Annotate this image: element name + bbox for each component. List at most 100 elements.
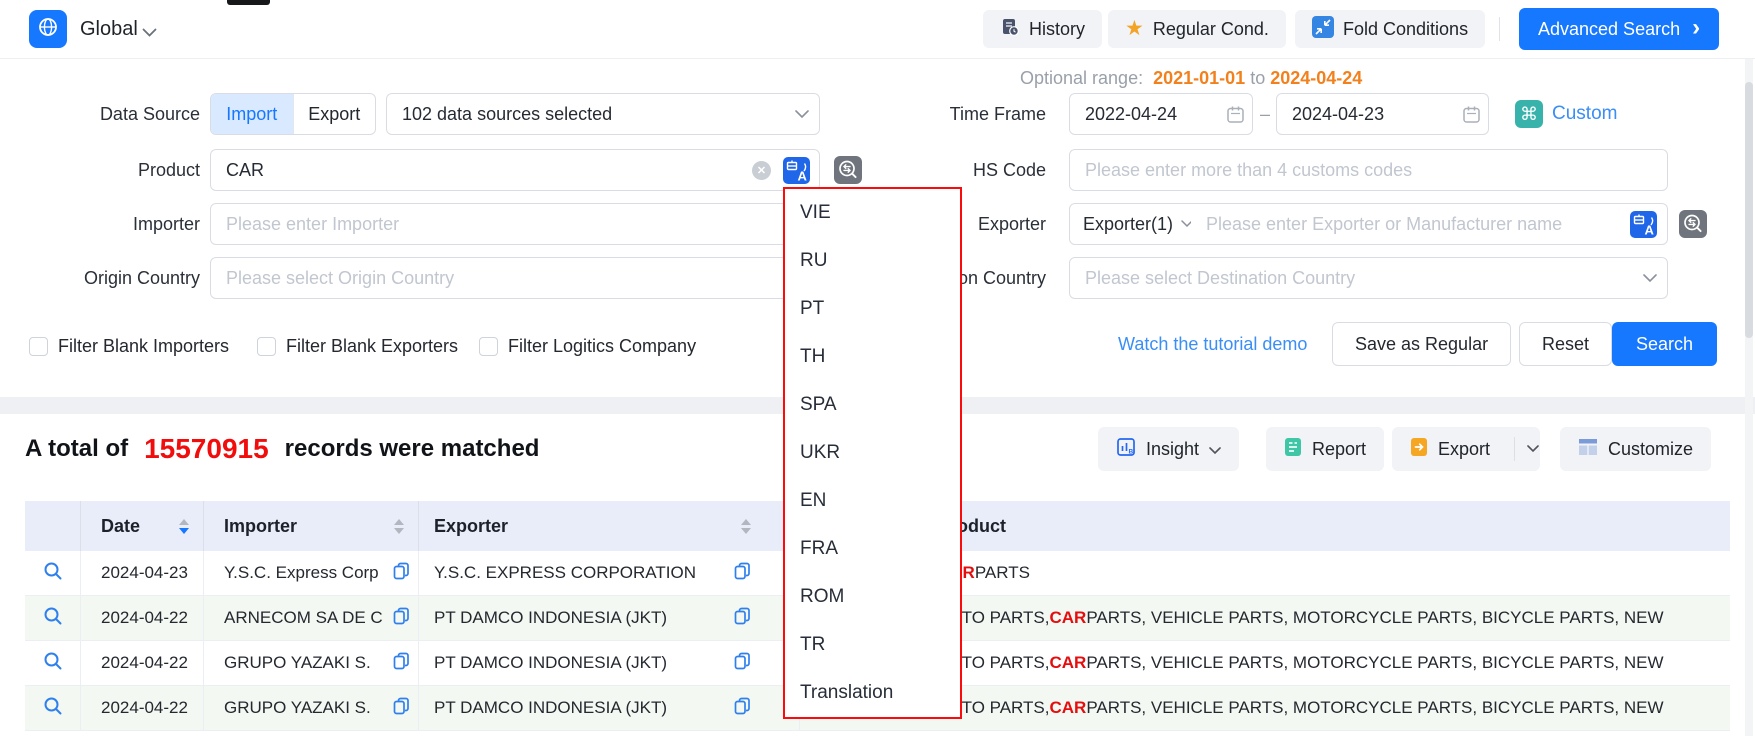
time-frame-end-value: 2024-04-23 (1277, 104, 1454, 125)
date-cell: 2024-04-22 (81, 641, 204, 685)
menu-item-th[interactable]: TH (785, 333, 960, 381)
search-icon[interactable] (43, 696, 63, 721)
importer-name: Y.S.C. Express Corp (224, 563, 379, 583)
data-source-toggle: Import Export (210, 93, 376, 135)
menu-item-spa[interactable]: SPA (785, 381, 960, 429)
export-button[interactable]: Export (1392, 427, 1504, 471)
filter-logistics-company-checkbox[interactable]: Filter Logitics Company (479, 336, 696, 356)
date-range-separator: – (1256, 93, 1274, 135)
exporter-name: PT DAMCO INDONESIA (JKT) (434, 608, 667, 628)
data-sources-value: 102 data sources selected (387, 104, 785, 125)
save-as-regular-button[interactable]: Save as Regular (1332, 322, 1511, 366)
product-input[interactable] (211, 160, 819, 181)
clear-icon[interactable]: ✕ (752, 161, 771, 180)
menu-item-fra[interactable]: FRA (785, 525, 960, 573)
data-sources-select[interactable]: 102 data sources selected (386, 93, 820, 135)
copy-icon[interactable] (393, 652, 410, 675)
report-button[interactable]: Report (1266, 427, 1384, 471)
tutorial-demo-link[interactable]: Watch the tutorial demo (1118, 322, 1307, 366)
hs-code-input[interactable] (1070, 160, 1667, 181)
scrollbar-thumb[interactable] (1745, 82, 1753, 338)
copy-icon[interactable] (393, 607, 410, 630)
destination-country-select[interactable]: Please select Destination Country (1069, 257, 1668, 299)
product-label: Product (0, 149, 200, 191)
importer-name: GRUPO YAZAKI S. (224, 653, 371, 673)
copy-icon[interactable] (393, 697, 410, 720)
export-tab[interactable]: Export (293, 94, 376, 134)
time-frame-end-input[interactable]: 2024-04-23 (1276, 93, 1489, 135)
insight-icon: BI (1116, 437, 1136, 462)
filter-blank-importers-checkbox[interactable]: Filter Blank Importers (29, 336, 229, 356)
copy-icon[interactable] (734, 652, 751, 675)
menu-item-ru[interactable]: RU (785, 237, 960, 285)
filter-blank-exporters-checkbox[interactable]: Filter Blank Exporters (257, 336, 458, 356)
data-source-label: Data Source (0, 93, 200, 135)
exporter-column-header: Exporter (419, 501, 800, 551)
row-detail-cell (25, 641, 81, 685)
checkbox-icon (257, 337, 276, 356)
customize-icon (1578, 438, 1598, 461)
product-highlight: CAR (1049, 653, 1086, 673)
menu-item-rom[interactable]: ROM (785, 573, 960, 621)
custom-range-icon[interactable]: ⌘ (1515, 100, 1543, 128)
menu-item-ukr[interactable]: UKR (785, 429, 960, 477)
region-selector-label[interactable]: Global (80, 0, 138, 58)
translate-icon[interactable]: A (1630, 211, 1657, 238)
product-text: PARTS, VEHICLE PARTS, MOTORCYCLE PARTS, … (1086, 698, 1663, 718)
menu-item-tr[interactable]: TR (785, 621, 960, 669)
copy-icon[interactable] (393, 562, 410, 585)
advanced-search-button[interactable]: Advanced Search › (1519, 8, 1719, 50)
export-icon (1410, 437, 1428, 462)
results-summary: A total of 15570915 records were matched (25, 427, 539, 471)
export-more-button[interactable] (1525, 445, 1540, 453)
app-logo[interactable] (29, 10, 67, 48)
menu-item-translation[interactable]: Translation (785, 669, 960, 717)
exporter-field (1191, 203, 1668, 245)
origin-country-select[interactable]: Please select Origin Country (210, 257, 820, 299)
advanced-search-label: Advanced Search (1538, 19, 1680, 40)
importer-input[interactable] (211, 214, 819, 235)
checkbox-icon (29, 337, 48, 356)
exporter-name: Y.S.C. EXPRESS CORPORATION (434, 563, 696, 583)
origin-country-placeholder: Please select Origin Country (211, 268, 785, 289)
time-frame-label: Time Frame (846, 93, 1046, 135)
reset-button[interactable]: Reset (1519, 322, 1612, 366)
regular-cond-label: Regular Cond. (1153, 19, 1269, 40)
sort-exporter-control[interactable] (741, 519, 751, 534)
product-highlight: CAR (1049, 608, 1086, 628)
menu-item-pt[interactable]: PT (785, 285, 960, 333)
copy-icon[interactable] (734, 697, 751, 720)
toolbar-divider (1499, 17, 1500, 41)
search-icon[interactable] (43, 606, 63, 631)
search-button[interactable]: Search (1612, 322, 1717, 366)
optional-range-end: 2024-04-24 (1270, 68, 1362, 88)
date-cell: 2024-04-22 (81, 686, 204, 730)
product-text: PARTS, VEHICLE PARTS, MOTORCYCLE PARTS, … (1086, 653, 1663, 673)
translate-icon[interactable]: A (783, 157, 810, 184)
history-icon (1000, 17, 1020, 42)
history-label: History (1029, 19, 1085, 40)
chevron-down-icon[interactable] (142, 25, 157, 43)
history-button[interactable]: History (983, 10, 1102, 48)
import-tab[interactable]: Import (211, 94, 293, 134)
exporter-input[interactable] (1191, 214, 1667, 235)
menu-item-en[interactable]: EN (785, 477, 960, 525)
checkbox-label: Filter Blank Importers (58, 336, 229, 357)
copy-icon[interactable] (734, 562, 751, 585)
exact-match-icon[interactable] (1679, 210, 1707, 238)
menu-item-vie[interactable]: VIE (785, 189, 960, 237)
search-icon[interactable] (43, 651, 63, 676)
exporter-cell: PT DAMCO INDONESIA (JKT) (419, 596, 800, 640)
custom-range-link[interactable]: Custom (1552, 93, 1617, 135)
copy-icon[interactable] (734, 607, 751, 630)
regular-cond-button[interactable]: ★ Regular Cond. (1108, 10, 1286, 48)
exporter-type-select[interactable]: Exporter(1) (1069, 203, 1192, 245)
insight-button[interactable]: BI Insight (1098, 427, 1239, 471)
sort-date-control[interactable] (179, 519, 189, 534)
time-frame-start-input[interactable]: 2022-04-24 (1069, 93, 1253, 135)
customize-button[interactable]: Customize (1560, 427, 1711, 471)
search-icon[interactable] (43, 561, 63, 586)
fold-conditions-button[interactable]: Fold Conditions (1295, 10, 1485, 48)
fold-icon (1312, 16, 1334, 43)
sort-importer-control[interactable] (394, 519, 404, 534)
